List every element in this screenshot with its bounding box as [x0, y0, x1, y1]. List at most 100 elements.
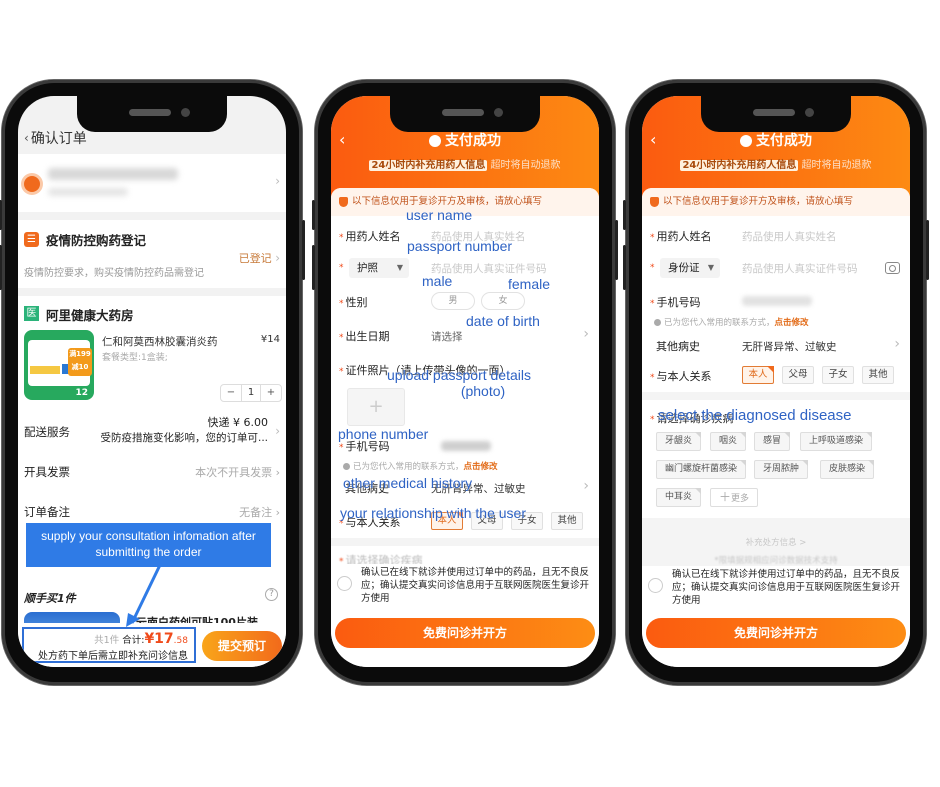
disease-tag[interactable]: 皮肤感染	[820, 460, 875, 479]
pharmacy-name: 阿里健康大药房	[46, 308, 134, 323]
dob-label: * 出生日期	[339, 330, 390, 343]
relation-option-parent[interactable]: 父母	[782, 366, 814, 384]
decrement-button[interactable]: −	[221, 385, 241, 401]
dob-select[interactable]: 请选择	[431, 329, 463, 344]
disease-tag[interactable]: 牙周脓肿	[754, 460, 809, 479]
address-blurred	[48, 168, 178, 180]
relation-option-child[interactable]: 子女	[822, 366, 854, 384]
name-input[interactable]: 药品使用人真实姓名	[742, 229, 837, 244]
relation-option-other[interactable]: 其他	[551, 512, 583, 530]
privacy-notice: 以下信息仅用于复诊开方及审核，请放心填写	[642, 188, 910, 216]
invoice-value: 本次不开具发票 ›	[195, 466, 280, 479]
delivery-note: 受防疫措施变化影响，您的订单可...	[100, 432, 268, 444]
check-circle-icon	[429, 135, 441, 147]
back-icon[interactable]: ‹	[24, 131, 29, 145]
supplement-note: *限填据规相应问诊数据技术支持	[714, 556, 838, 566]
delivery-fee: 快递 ¥ 6.00	[207, 416, 268, 429]
disease-tag[interactable]: 牙龈炎	[656, 432, 702, 451]
supplement-section: 补充处方信息 > *限填据规相应问诊数据技术支持	[642, 518, 910, 568]
phone-blurred[interactable]	[742, 296, 812, 306]
relation-option-self[interactable]: 本人	[742, 366, 774, 384]
invoice-row[interactable]: 开具发票 本次不开具发票 ›	[24, 464, 280, 480]
epidemic-title: 疫情防控购药登记	[46, 233, 147, 248]
phone-blurred[interactable]	[441, 441, 491, 451]
history-label: 其他病史	[656, 340, 700, 353]
annotation-male: male	[422, 273, 453, 289]
phone-hint: 已为您代入常用的联系方式，点击修改	[343, 460, 498, 472]
disease-tag[interactable]: 幽门螺旋杆菌感染	[656, 460, 747, 479]
page-header: ‹ 确认订单	[24, 128, 87, 148]
list-icon: ☰	[24, 232, 39, 247]
id-required-mark: *	[339, 263, 344, 273]
gender-female-option[interactable]: 女	[481, 292, 525, 310]
product-image[interactable]: 满199 减10 12	[24, 330, 94, 400]
increment-button[interactable]: +	[261, 385, 281, 401]
more-diseases-button[interactable]: ＋更多	[710, 488, 759, 507]
gender-male-option[interactable]: 男	[431, 292, 475, 310]
chevron-right-icon: ›	[275, 424, 280, 438]
name-label: * 用药人姓名	[339, 230, 401, 243]
quantity-value[interactable]: 1	[241, 385, 261, 401]
id-number-input[interactable]: 药品使用人真实证件号码	[742, 261, 858, 276]
disease-tag[interactable]: 中耳炎	[656, 488, 702, 507]
upsell-title: 顺手买1件	[24, 592, 76, 605]
relation-label: * 与本人关系	[650, 370, 712, 383]
free-consult-button[interactable]: 免费问诊并开方	[646, 618, 906, 648]
check-circle-icon	[740, 135, 752, 147]
consent-radio[interactable]	[337, 576, 352, 591]
submit-order-button[interactable]: 提交预订	[202, 631, 282, 661]
product-price: ¥14	[260, 334, 280, 345]
chevron-right-icon: ›	[894, 336, 900, 352]
consent-section: 确认已在线下就诊并使用过订单中的药品，且无不良反应；确认提交真实问诊信息用于互联…	[642, 566, 910, 606]
phone-hint: 已为您代入常用的联系方式，点击修改	[654, 316, 809, 328]
annotation-dob: date of birth	[466, 313, 540, 329]
help-icon[interactable]: ?	[265, 588, 278, 601]
supplement-link[interactable]: 补充处方信息 >	[642, 536, 910, 548]
annotation-phone: phone number	[338, 426, 429, 442]
phone-label: * 手机号码	[650, 296, 701, 309]
contact-blurred	[48, 188, 128, 196]
dropdown-icon: ▼	[707, 263, 714, 272]
disease-tag[interactable]: 上呼吸道感染	[800, 432, 873, 451]
pharmacy-icon: 医	[24, 306, 39, 321]
product-name[interactable]: 仁和阿莫西林胶囊消炎药	[102, 334, 218, 349]
consent-section: 确认已在线下就诊并使用过订单中的药品，且无不良反应；确认提交真实问诊信息用于互联…	[331, 564, 599, 604]
product-package: 套餐类型:1盒装;	[102, 353, 168, 363]
disease-tag[interactable]: 感冒	[754, 432, 791, 451]
disease-tag[interactable]: 咽炎	[710, 432, 747, 451]
id-type-select[interactable]: 护照 ▼	[349, 258, 409, 278]
shield-icon	[339, 196, 348, 207]
annotation-history: other medical history	[343, 475, 473, 491]
header-subtitle: 24小时内补充用药人信息 超时将自动退款	[369, 160, 561, 171]
location-pin-icon	[24, 176, 40, 192]
name-label: * 用药人姓名	[650, 230, 712, 243]
relation-option-other[interactable]: 其他	[862, 366, 894, 384]
page-title: 确认订单	[30, 131, 87, 147]
free-consult-button[interactable]: 免费问诊并开方	[335, 618, 595, 648]
annotation-user-name: user name	[406, 207, 473, 223]
edit-phone-link[interactable]: 点击修改	[464, 462, 498, 472]
plus-icon: ＋	[719, 490, 732, 504]
id-required-mark: *	[650, 263, 655, 273]
header-subtitle: 24小时内补充用药人信息 超时将自动退款	[680, 160, 872, 171]
camera-icon[interactable]	[885, 262, 900, 274]
quantity-stepper[interactable]: − 1 +	[220, 384, 282, 402]
header-title: 支付成功	[642, 130, 910, 150]
invoice-label: 开具发票	[24, 465, 70, 479]
remark-row[interactable]: 订单备注 无备注 ›	[24, 504, 280, 520]
annotation-relation: your relationship with the user	[340, 505, 526, 521]
epidemic-subtitle: 疫情防控要求，购买疫情防控药品需登记	[24, 268, 204, 279]
registration-status: 已登记 ›	[238, 251, 280, 265]
consult-form: 以下信息仅用于复诊开方及审核，请放心填写 * 用药人姓名 药品使用人真实姓名 * …	[642, 188, 910, 667]
history-value[interactable]: 无肝肾异常、过敏史	[742, 339, 837, 354]
gender-label: * 性别	[339, 296, 368, 309]
remark-label: 订单备注	[24, 505, 70, 519]
edit-phone-link[interactable]: 点击修改	[775, 318, 809, 328]
id-type-select[interactable]: 身份证 ▼	[660, 258, 720, 278]
address-card[interactable]: ›	[18, 154, 286, 212]
consent-radio[interactable]	[648, 578, 663, 593]
total-highlight-box: 共1件 合计:¥17.58 处方药下单后需立即补充问诊信息	[22, 627, 196, 663]
annotation-disease: select the diagnosed disease	[658, 407, 852, 424]
callout-arrow	[126, 565, 162, 627]
epidemic-registration-card[interactable]: ☰ 疫情防控购药登记 已登记 › 疫情防控要求，购买疫情防控药品需登记	[18, 220, 286, 288]
